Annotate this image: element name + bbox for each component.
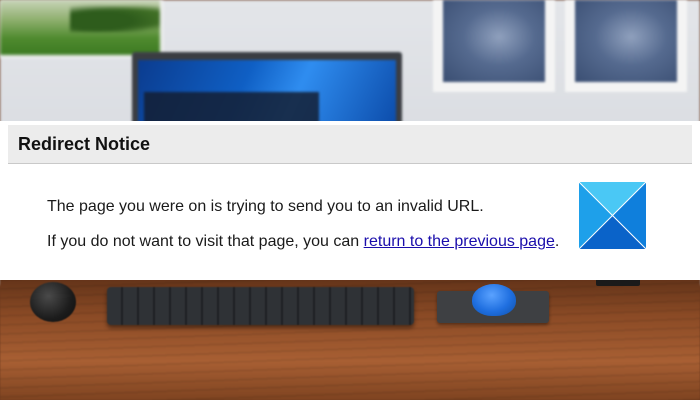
notice-header: Redirect Notice	[8, 125, 692, 164]
notice-title: Redirect Notice	[18, 134, 151, 154]
return-to-previous-page-link[interactable]: return to the previous page	[364, 233, 555, 250]
windows-logo-icon	[579, 182, 646, 249]
notice-return-suffix: .	[554, 233, 560, 250]
wall-frame-left	[433, 0, 555, 92]
wall-frame-right	[565, 0, 687, 92]
notice-return-prefix: If you do not want to visit that page, y…	[47, 233, 364, 250]
notice-return-line: If you do not want to visit that page, y…	[47, 233, 559, 251]
keyboard	[107, 287, 414, 325]
desktop-monitor	[132, 52, 402, 132]
landscape-picture	[0, 0, 163, 58]
speaker	[30, 282, 76, 322]
notice-message: The page you were on is trying to send y…	[47, 198, 484, 215]
mouse	[472, 284, 516, 316]
redirect-notice-card: Redirect Notice The page you were on is …	[0, 121, 700, 280]
